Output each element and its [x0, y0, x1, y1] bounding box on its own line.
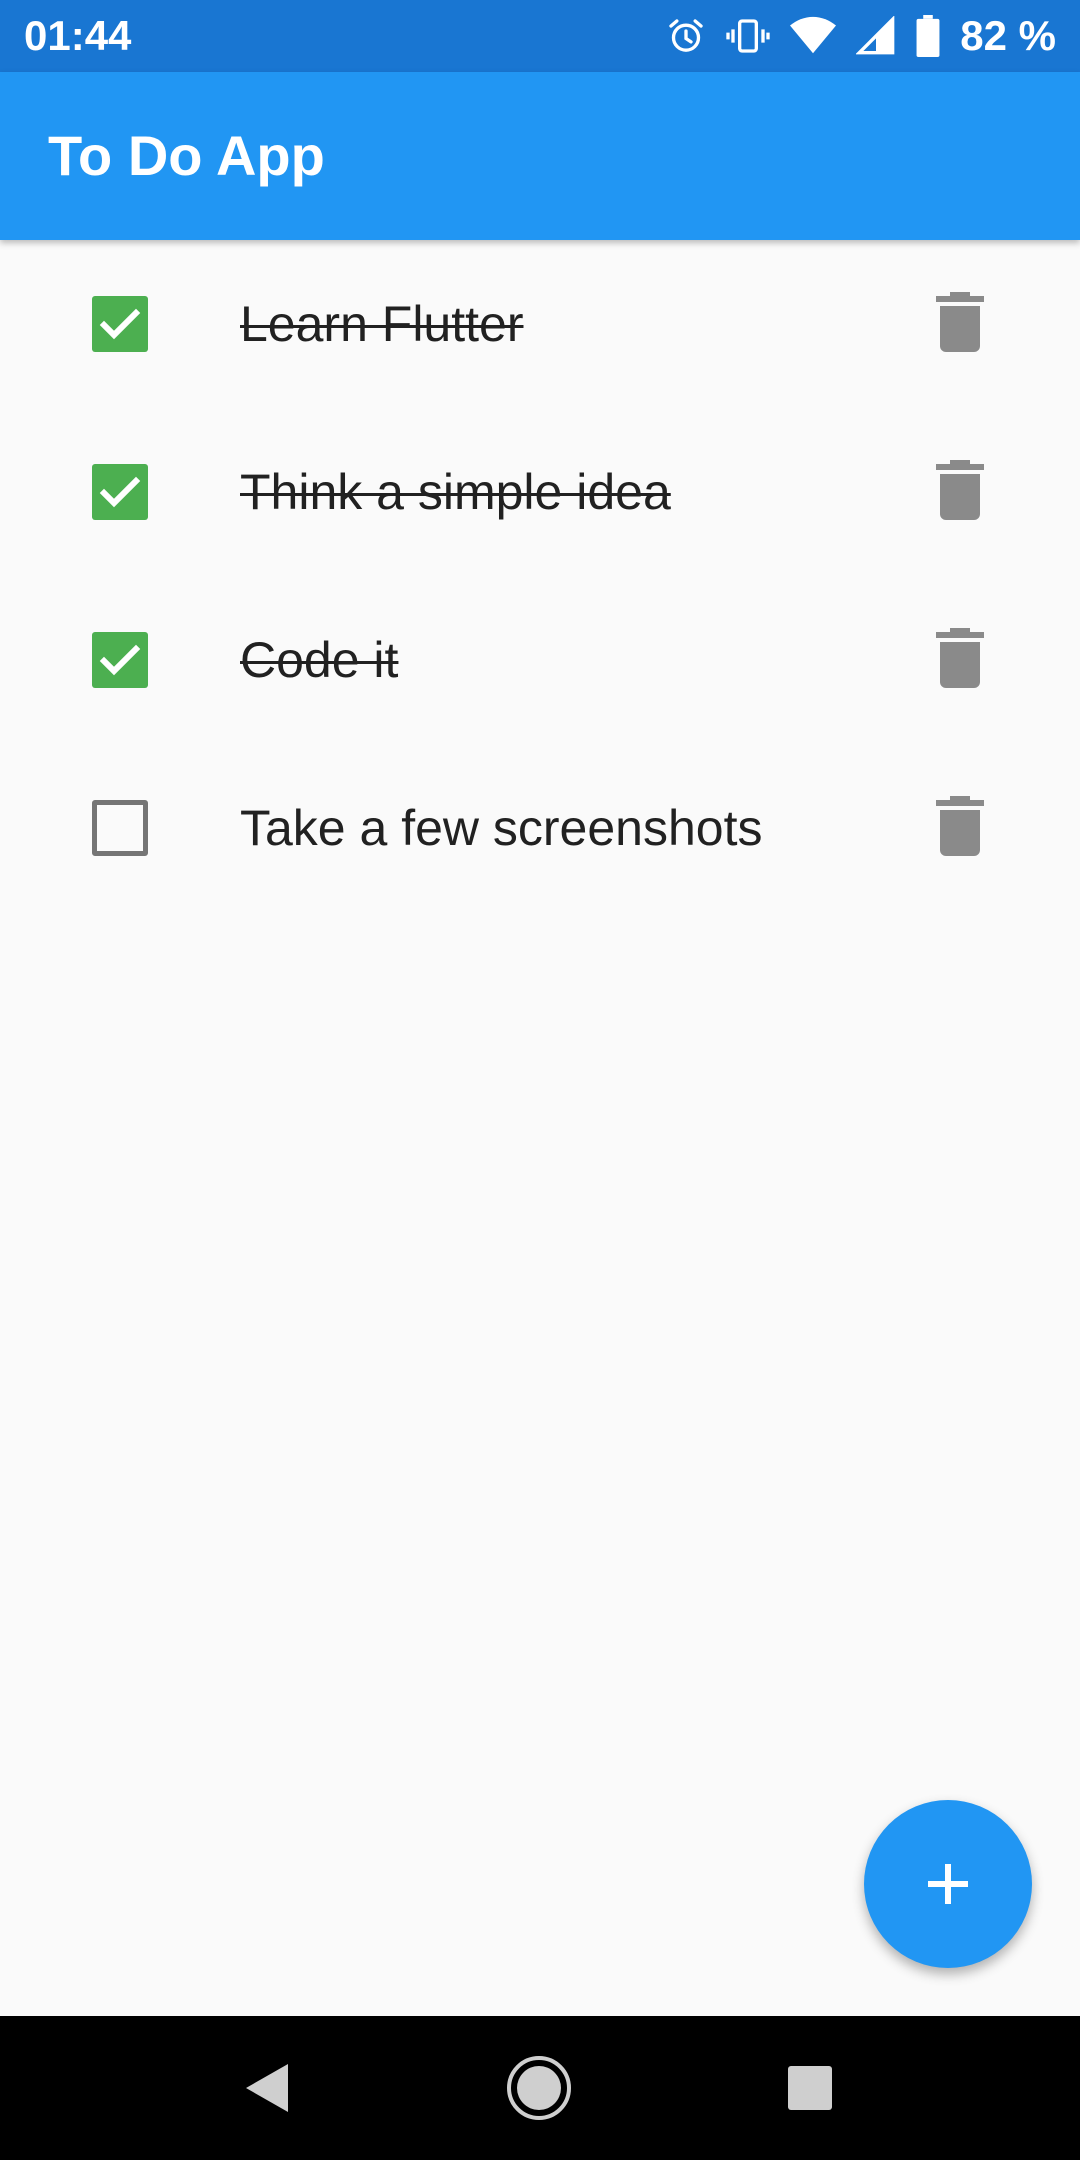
- home-icon: [503, 2056, 575, 2128]
- todo-label: Code it: [240, 632, 399, 688]
- todo-label: Think a simple idea: [240, 464, 671, 520]
- delete-button[interactable]: [936, 292, 984, 352]
- todo-checkbox[interactable]: [92, 800, 148, 856]
- trash-icon: [936, 292, 984, 356]
- battery-icon: [916, 15, 940, 57]
- todo-label: Take a few screenshots: [240, 800, 763, 856]
- todo-item[interactable]: Code it: [0, 576, 1080, 744]
- vibrate-icon: [726, 16, 770, 56]
- alarm-icon: [666, 16, 706, 56]
- delete-button[interactable]: [936, 796, 984, 856]
- back-button[interactable]: [232, 2052, 304, 2124]
- todo-list: Learn Flutter Think a simple idea Code i…: [0, 240, 1080, 912]
- todo-label: Learn Flutter: [240, 296, 524, 352]
- system-nav-bar: [0, 2016, 1080, 2160]
- todo-checkbox[interactable]: [92, 296, 148, 352]
- todo-item[interactable]: Think a simple idea: [0, 408, 1080, 576]
- todo-item[interactable]: Take a few screenshots: [0, 744, 1080, 912]
- back-icon: [232, 2064, 304, 2128]
- trash-icon: [936, 796, 984, 860]
- recents-button[interactable]: [774, 2052, 846, 2124]
- status-bar: 01:44 82 %: [0, 0, 1080, 72]
- app-bar: To Do App: [0, 72, 1080, 240]
- todo-checkbox[interactable]: [92, 632, 148, 688]
- todo-app-screen: 01:44 82 % To Do App Learn Flutter Think…: [0, 0, 1080, 2160]
- app-title: To Do App: [48, 124, 325, 187]
- trash-icon: [936, 460, 984, 524]
- trash-icon: [936, 628, 984, 692]
- todo-item[interactable]: Learn Flutter: [0, 240, 1080, 408]
- wifi-icon: [790, 16, 837, 56]
- cell-signal-icon: [856, 16, 896, 56]
- add-todo-button[interactable]: [864, 1800, 1032, 1968]
- todo-checkbox[interactable]: [92, 464, 148, 520]
- battery-percent: 82 %: [960, 12, 1056, 59]
- status-icons: 82 %: [666, 10, 1056, 62]
- status-time: 01:44: [24, 12, 132, 59]
- delete-button[interactable]: [936, 628, 984, 688]
- home-button[interactable]: [503, 2052, 575, 2124]
- recents-icon: [774, 2066, 846, 2128]
- delete-button[interactable]: [936, 460, 984, 520]
